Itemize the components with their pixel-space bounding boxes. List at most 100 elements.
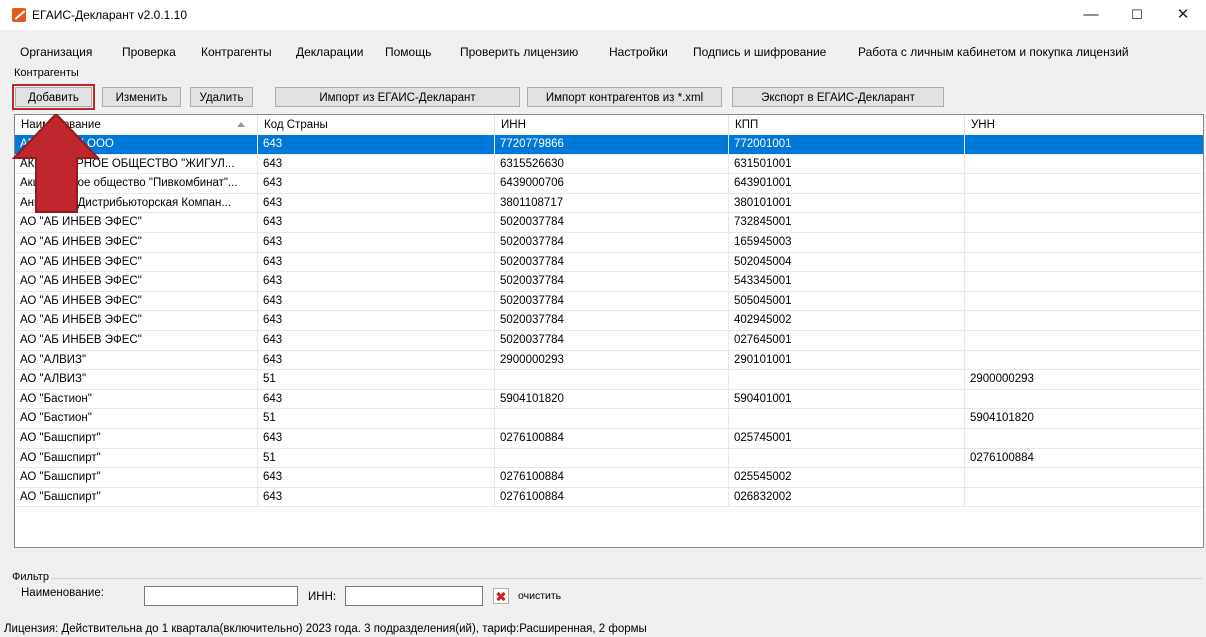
cell-kpp: 402945002: [729, 311, 965, 331]
menu-contractors[interactable]: Контрагенты: [201, 45, 272, 59]
maximize-button[interactable]: ☐: [1114, 0, 1160, 30]
table-row[interactable]: АО "АЛВИЗ" 643 2900000293 290101001: [15, 350, 1203, 371]
cell-unn: 2900000293: [965, 370, 1203, 390]
cell-country-code: 643: [258, 174, 495, 194]
menu-settings[interactable]: Настройки: [609, 45, 668, 59]
cell-kpp: 380101001: [729, 193, 965, 214]
edit-button[interactable]: Изменить: [102, 87, 181, 107]
cell-unn: [965, 351, 1203, 371]
clear-filter-icon[interactable]: [493, 588, 509, 604]
close-button[interactable]: ✕: [1160, 0, 1206, 30]
table-row[interactable]: АО "АБ ИНБЕВ ЭФЕС" 643 5020037784 505045001: [15, 291, 1203, 312]
table-row[interactable]: АО "Башспирт" 643 0276100884 025545002: [15, 468, 1203, 488]
menu-declarations[interactable]: Декларации: [296, 45, 364, 59]
cell-unn: [965, 331, 1203, 351]
table-row[interactable]: АО "АБ ИНБЕВ ЭФЕС" 643 5020037784 543345001: [15, 272, 1203, 292]
sort-ascending-icon: [237, 122, 245, 127]
cell-name: АО "АЛВИЗ": [15, 370, 258, 390]
red-pointer-arrow-icon: [11, 114, 101, 213]
cell-inn: 5020037784: [495, 213, 729, 233]
cell-country-code: 643: [258, 154, 495, 175]
filter-name-input[interactable]: [144, 586, 298, 606]
table-row[interactable]: АО "АБ ИНБЕВ ЭФЕС" 643 5020037784 732845001: [15, 213, 1203, 233]
cell-name: АО "АБ ИНБЕВ ЭФЕС": [15, 311, 258, 331]
export-egais-button[interactable]: Экспорт в ЕГАИС-Декларант: [732, 87, 944, 107]
table-row[interactable]: АО "АБ ИНБЕВ ЭФЕС" 643 5020037784 502045004: [15, 252, 1203, 273]
cell-country-code: 643: [258, 135, 495, 155]
cell-country-code: 643: [258, 468, 495, 488]
contractors-table[interactable]: Наименование Код Страны ИНН КПП УНН АРКА…: [14, 114, 1204, 548]
menu-cabinet-licenses[interactable]: Работа с личным кабинетом и покупка лице…: [858, 45, 1129, 59]
table-row[interactable]: АО "Бастион" 643 5904101820 590401001: [15, 389, 1203, 410]
cell-country-code: 643: [258, 272, 495, 292]
cell-unn: 0276100884: [965, 449, 1203, 469]
cell-inn: [495, 409, 729, 429]
cell-unn: [965, 468, 1203, 488]
cell-country-code: 51: [258, 409, 495, 429]
cell-country-code: 643: [258, 291, 495, 312]
cell-name: АО "Бастион": [15, 409, 258, 429]
cell-kpp: 502045004: [729, 252, 965, 273]
table-row[interactable]: АО "Башспирт" 51 0276100884: [15, 448, 1203, 469]
add-button[interactable]: Добавить: [12, 84, 95, 110]
cell-name: АО "АБ ИНБЕВ ЭФЕС": [15, 331, 258, 351]
menu-check-license[interactable]: Проверить лицензию: [460, 45, 578, 59]
cell-inn: 0276100884: [495, 487, 729, 508]
cell-inn: 5020037784: [495, 311, 729, 331]
import-egais-button[interactable]: Импорт из ЕГАИС-Декларант: [275, 87, 520, 107]
menu-help[interactable]: Помощь: [385, 45, 431, 59]
column-inn[interactable]: ИНН: [495, 115, 729, 135]
cell-inn: 6315526630: [495, 154, 729, 175]
column-kpp[interactable]: КПП: [729, 115, 965, 135]
table-row[interactable]: АО "Башспирт" 643 0276100884 025745001: [15, 429, 1203, 449]
cell-kpp: [729, 409, 965, 429]
cell-inn: 5904101820: [495, 389, 729, 410]
cell-country-code: 643: [258, 311, 495, 331]
cell-name: АО "Башспирт": [15, 468, 258, 488]
table-row[interactable]: АО "АБ ИНБЕВ ЭФЕС" 643 5020037784 165945003: [15, 233, 1203, 253]
cell-country-code: 643: [258, 213, 495, 233]
cell-unn: [965, 233, 1203, 253]
cell-inn: 5020037784: [495, 233, 729, 253]
cell-inn: 5020037784: [495, 331, 729, 351]
cell-inn: 3801108717: [495, 193, 729, 214]
cell-country-code: 643: [258, 331, 495, 351]
table-row[interactable]: АРКА-ПАРК ООО6437720779866772001001: [15, 135, 1203, 155]
table-row[interactable]: АО "Бастион" 51 5904101820: [15, 409, 1203, 429]
cell-country-code: 643: [258, 252, 495, 273]
delete-button[interactable]: Удалить: [190, 87, 253, 107]
clear-filter-link[interactable]: очистить: [518, 590, 561, 602]
column-unn[interactable]: УНН: [965, 115, 1203, 135]
menu-organization[interactable]: Организация: [20, 45, 92, 59]
cell-kpp: 505045001: [729, 291, 965, 312]
menu-bar: Организация Проверка Контрагенты Деклара…: [0, 42, 1206, 62]
cell-kpp: 643901001: [729, 174, 965, 194]
table-row[interactable]: Акционерное общество "Пивкомбинат"... 643…: [15, 174, 1203, 194]
cell-unn: [965, 155, 1203, 175]
cell-unn: [965, 272, 1203, 292]
cell-inn: 2900000293: [495, 350, 729, 371]
cell-name: АО "Башспирт": [15, 429, 258, 449]
table-row[interactable]: АО "АЛВИЗ" 51 2900000293: [15, 370, 1203, 390]
table-row[interactable]: Ангарская Дистрибьюторская Компан... 643 3…: [15, 193, 1203, 214]
table-row[interactable]: АО "АБ ИНБЕВ ЭФЕС" 643 5020037784 402945002: [15, 311, 1203, 331]
menu-signature-encryption[interactable]: Подпись и шифрование: [693, 45, 826, 59]
cell-unn: [965, 213, 1203, 233]
table-row[interactable]: АО "Башспирт" 643 0276100884 026832002: [15, 487, 1203, 508]
column-country-code[interactable]: Код Страны: [258, 115, 495, 135]
cell-kpp: 732845001: [729, 213, 965, 233]
table-row[interactable]: АКЦИОНЕРНОЕ ОБЩЕСТВО "ЖИГУЛ... 643 6315526…: [15, 154, 1203, 175]
minimize-button[interactable]: —: [1068, 0, 1114, 30]
filter-name-label: Наименование:: [21, 587, 104, 599]
cell-kpp: 543345001: [729, 272, 965, 292]
import-xml-button[interactable]: Импорт контрагентов из *.xml: [527, 87, 722, 107]
cell-name: АО "АБ ИНБЕВ ЭФЕС": [15, 272, 258, 292]
cell-inn: 5020037784: [495, 272, 729, 292]
cell-kpp: 631501001: [729, 154, 965, 175]
cell-country-code: 643: [258, 233, 495, 253]
table-row[interactable]: АО "АБ ИНБЕВ ЭФЕС" 643 5020037784 027645001: [15, 331, 1203, 351]
cell-country-code: 643: [258, 389, 495, 410]
menu-check[interactable]: Проверка: [122, 45, 176, 59]
filter-inn-input[interactable]: [345, 586, 483, 606]
cell-country-code: 51: [258, 370, 495, 390]
